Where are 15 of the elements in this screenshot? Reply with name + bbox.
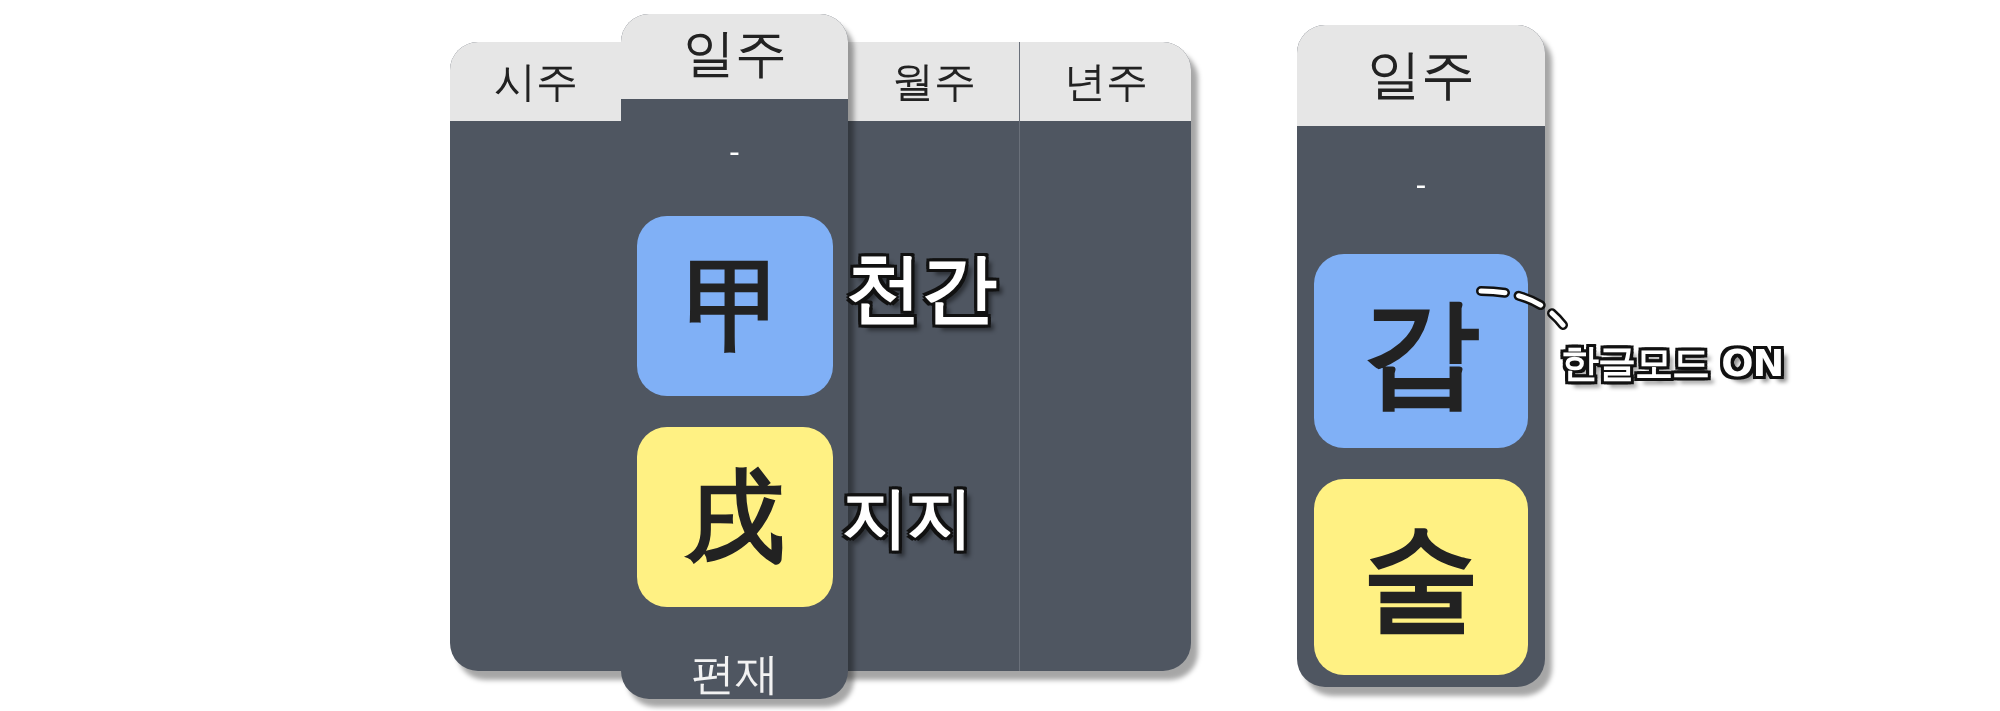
- character-tile: 戌: [636, 427, 833, 607]
- annotation-label: 지지: [841, 478, 973, 558]
- pillar-tab[interactable]: 시주: [450, 42, 621, 121]
- character-tile: 술: [1314, 479, 1528, 675]
- annotation-label: 한글모드 ON: [1555, 337, 1796, 397]
- column-header: 일주: [1297, 25, 1545, 126]
- character-tile: 갑: [1314, 254, 1528, 448]
- character-tile: 甲: [636, 216, 833, 396]
- pillar-tab[interactable]: 년주: [1020, 42, 1191, 121]
- top-label: -: [1415, 170, 1427, 200]
- ten-god-label: 편재: [690, 649, 779, 699]
- pillar-tab[interactable]: 일주: [621, 14, 848, 99]
- top-label: -: [729, 137, 740, 167]
- pillar-tab[interactable]: 월주: [848, 42, 1019, 121]
- annotation-label: 천간: [845, 242, 998, 334]
